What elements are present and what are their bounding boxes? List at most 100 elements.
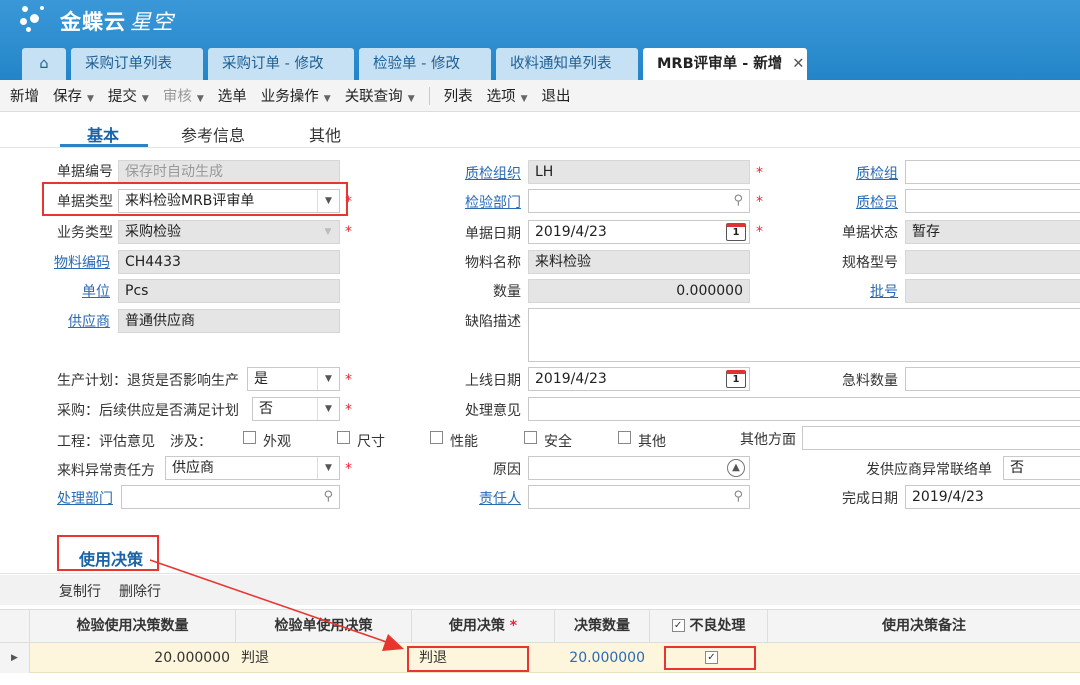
defect-desc-label: 缺陷描述 [465, 314, 521, 330]
qty-field[interactable]: 0.000000 [528, 279, 750, 303]
exit-button[interactable]: 退出 [542, 85, 571, 106]
navigation-icon[interactable]: ▲ [727, 459, 745, 477]
prod-plan-select[interactable]: 是 ▼ [247, 367, 340, 391]
highlight-box [407, 646, 529, 672]
home-tab[interactable]: ⌂ [22, 48, 66, 80]
home-icon: ⌂ [39, 56, 49, 72]
spec-field[interactable] [905, 250, 1080, 274]
online-date-field[interactable]: 2019/4/23 1 [528, 367, 750, 391]
bill-no-field[interactable]: 保存时自动生成 [118, 160, 340, 184]
bill-status-field[interactable]: 暂存 [905, 220, 1080, 244]
toolbar-divider [428, 86, 430, 105]
tab-basic[interactable]: 基本 [87, 122, 119, 146]
search-icon[interactable]: ⚲ [733, 486, 743, 508]
responsible-label[interactable]: 责任人 [479, 488, 521, 508]
column-header[interactable]: 使用决策备注 [768, 610, 1080, 642]
material-code-label[interactable]: 物料编码 [54, 252, 110, 272]
insp-dept-field[interactable]: ⚲ [528, 189, 750, 213]
handle-opinion-field[interactable] [528, 397, 1080, 421]
delete-row-button[interactable]: 删除行 [119, 581, 161, 601]
defect-desc-textarea[interactable] [528, 308, 1080, 362]
supplier-label[interactable]: 供应商 [68, 311, 110, 331]
appearance-checkbox[interactable] [243, 431, 256, 444]
options-button[interactable]: 选项 ▼ [487, 85, 528, 106]
qc-org-label[interactable]: 质检组织 [465, 163, 521, 183]
insp-dept-label[interactable]: 检验部门 [465, 192, 521, 212]
qc-group-field[interactable] [905, 160, 1080, 184]
column-header[interactable]: 决策数量 [555, 610, 650, 642]
inspector-label[interactable]: 质检员 [856, 192, 898, 212]
handle-opinion-label: 处理意见 [465, 403, 521, 419]
column-header[interactable]: 检验使用决策数量 [30, 610, 236, 642]
required-mark: * [345, 461, 352, 477]
row-indicator-icon[interactable]: ▶ [0, 643, 30, 673]
business-ops-button[interactable]: 业务操作 ▼ [261, 85, 331, 106]
performance-checkbox[interactable] [430, 431, 443, 444]
send-notice-select[interactable]: 否 [1003, 456, 1080, 480]
check-all-checkbox[interactable]: ✓ [671, 618, 685, 632]
required-mark: * [345, 372, 352, 388]
chevron-down-icon[interactable]: ▼ [317, 368, 339, 390]
calendar-icon[interactable]: 1 [726, 223, 746, 241]
list-button[interactable]: 列表 [444, 85, 473, 106]
other-checkbox[interactable] [618, 431, 631, 444]
material-code-field[interactable]: CH4433 [118, 250, 340, 274]
engineering-label: 工程：评估意见 [57, 434, 155, 450]
column-header[interactable]: 检验单使用决策 [236, 610, 412, 642]
related-query-button[interactable]: 关联查询 ▼ [345, 85, 415, 106]
required-mark: * [756, 194, 763, 210]
audit-button[interactable]: 审核 ▼ [163, 85, 204, 106]
qc-group-label[interactable]: 质检组 [856, 163, 898, 183]
column-header[interactable]: 使用决策 * [412, 610, 555, 642]
column-header[interactable]: ✓ 不良处理 [650, 610, 768, 642]
lot-label[interactable]: 批号 [870, 281, 898, 301]
close-icon[interactable]: ✕ [792, 56, 804, 72]
search-icon[interactable]: ⚲ [733, 190, 743, 212]
inspector-field[interactable] [905, 189, 1080, 213]
tab-other[interactable]: 其他 [309, 122, 341, 146]
reason-field[interactable]: ▲ [528, 456, 750, 480]
unit-label[interactable]: 单位 [82, 281, 110, 301]
save-button[interactable]: 保存 ▼ [53, 85, 94, 106]
chevron-down-icon[interactable]: ▼ [317, 457, 339, 479]
bill-date-field[interactable]: 2019/4/23 1 [528, 220, 750, 244]
select-bill-button[interactable]: 选单 [218, 85, 247, 106]
search-icon[interactable]: ⚲ [323, 486, 333, 508]
supplier-field[interactable]: 普通供应商 [118, 309, 340, 333]
chevron-down-icon[interactable]: ▼ [317, 398, 339, 420]
prod-plan-label: 生产计划：退货是否影响生产 [57, 373, 239, 389]
reason-label: 原因 [493, 462, 521, 478]
handle-dept-label[interactable]: 处理部门 [57, 488, 113, 508]
qc-org-field[interactable]: LH [528, 160, 750, 184]
tab-inspection-edit[interactable]: 检验单 - 修改 [359, 48, 491, 80]
table-row[interactable]: 20.000000 判退 判退 20.000000 ✓ [30, 643, 1080, 673]
calendar-icon[interactable]: 1 [726, 370, 746, 388]
other-aspect-field[interactable] [802, 426, 1080, 450]
submit-button[interactable]: 提交 ▼ [108, 85, 149, 106]
copy-row-button[interactable]: 复制行 [59, 581, 101, 601]
unit-field[interactable]: Pcs [118, 279, 340, 303]
cell-insp-decision[interactable]: 判退 [241, 643, 269, 673]
highlight-box [57, 535, 159, 571]
new-button[interactable]: 新增 [10, 85, 39, 106]
divider [0, 147, 1080, 148]
biz-type-select[interactable]: 采购检验 ▼ [118, 220, 340, 244]
finish-date-field[interactable]: 2019/4/23 [905, 485, 1080, 509]
lot-field[interactable] [905, 279, 1080, 303]
tab-purchase-order-edit[interactable]: 采购订单 - 修改 [208, 48, 354, 80]
handle-dept-field[interactable]: ⚲ [121, 485, 340, 509]
tab-reference-info[interactable]: 参考信息 [181, 122, 245, 146]
material-name-field[interactable]: 来料检验 [528, 250, 750, 274]
responsible-field[interactable]: ⚲ [528, 485, 750, 509]
tab-mrb-new[interactable]: MRB评审单 - 新增 ✕ [643, 48, 807, 80]
cell-decision-qty[interactable]: 20.000000 [555, 643, 645, 673]
purchase-select[interactable]: 否 ▼ [252, 397, 340, 421]
tab-receipt-notice-list[interactable]: 收料通知单列表 [496, 48, 638, 80]
safety-checkbox[interactable] [524, 431, 537, 444]
size-checkbox[interactable] [337, 431, 350, 444]
urgent-qty-field[interactable] [905, 367, 1080, 391]
resp-party-select[interactable]: 供应商 ▼ [165, 456, 340, 480]
required-mark: * [756, 224, 763, 240]
tab-purchase-order-list[interactable]: 采购订单列表 [71, 48, 203, 80]
cell-insp-qty[interactable]: 20.000000 [30, 643, 230, 673]
